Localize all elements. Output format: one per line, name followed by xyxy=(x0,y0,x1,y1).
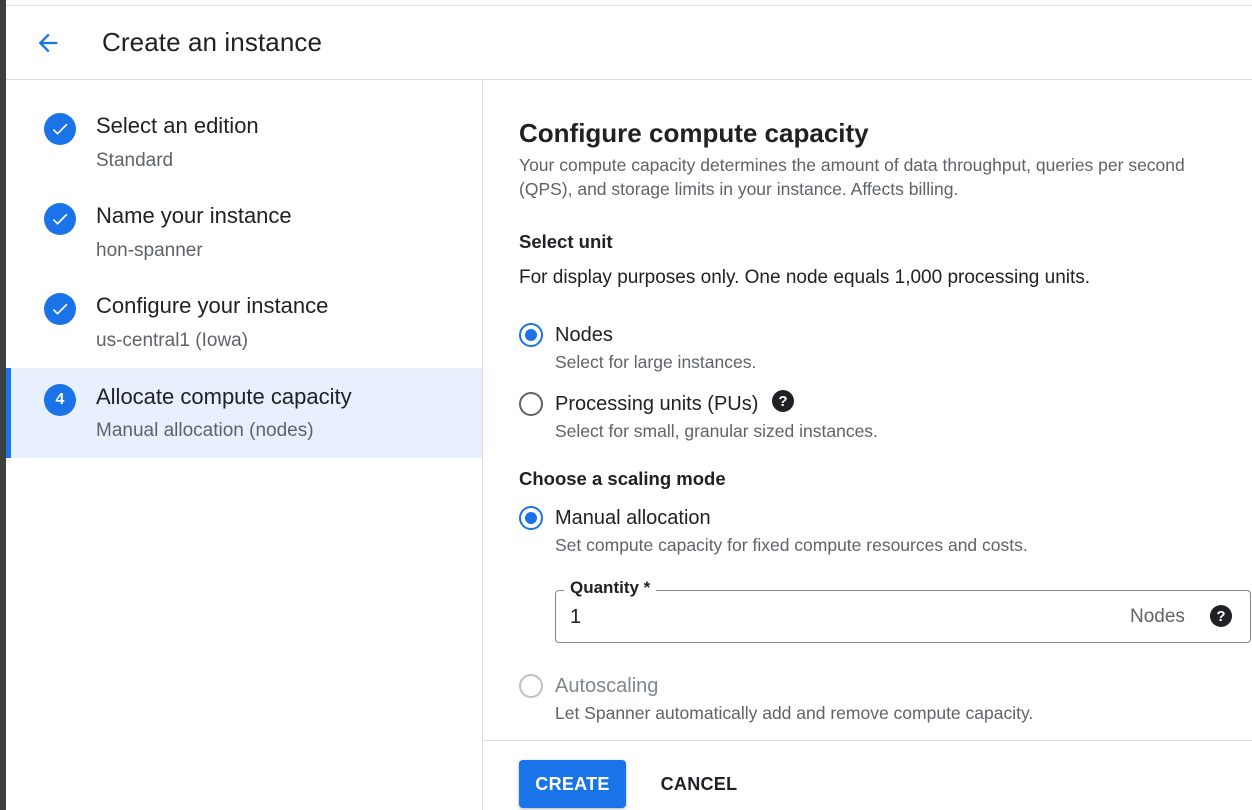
select-unit-title: Select unit xyxy=(519,231,613,252)
help-icon[interactable]: ? xyxy=(1210,605,1232,627)
scaling-mode-title: Choose a scaling mode xyxy=(519,468,726,489)
top-bar xyxy=(6,0,1252,6)
step-subtitle: us-central1 (Iowa) xyxy=(96,330,249,351)
check-circle-icon xyxy=(44,113,76,145)
step-title: Select an edition xyxy=(96,113,259,138)
step-title: Allocate compute capacity xyxy=(96,384,352,409)
nodes-radio-label[interactable]: Nodes xyxy=(555,324,613,347)
processing-units-radio-help: Select for small, granular sized instanc… xyxy=(555,421,878,441)
step-subtitle: hon-spanner xyxy=(96,240,203,261)
autoscaling-radio-help: Let Spanner automatically add and remove… xyxy=(555,703,1034,723)
step-name-instance[interactable]: Name your instance hon-spanner xyxy=(6,170,482,261)
section-heading: Configure compute capacity xyxy=(519,118,869,148)
step-title: Configure your instance xyxy=(96,293,329,318)
cancel-button[interactable]: CANCEL xyxy=(649,760,749,808)
quantity-field[interactable]: Quantity * 1 Nodes ? xyxy=(555,578,1251,643)
autoscaling-radio-label[interactable]: Autoscaling xyxy=(555,675,658,698)
arrow-back-icon xyxy=(38,33,58,53)
main-panel: Configure compute capacity Your compute … xyxy=(483,80,1252,740)
quantity-label: Quantity * xyxy=(564,578,657,598)
check-circle-icon xyxy=(44,293,76,325)
step-subtitle: Standard xyxy=(96,150,174,171)
step-select-edition[interactable]: Select an edition Standard xyxy=(6,80,482,171)
step-configure-instance[interactable]: Configure your instance us-central1 (Iow… xyxy=(6,260,482,351)
back-button[interactable] xyxy=(32,29,64,57)
manual-allocation-radio-help: Set compute capacity for fixed compute r… xyxy=(555,535,1028,555)
page-title: Create an instance xyxy=(102,27,323,57)
nodes-radio[interactable] xyxy=(519,323,543,347)
action-footer: CREATE CANCEL xyxy=(483,740,1252,810)
manual-allocation-radio[interactable] xyxy=(519,506,543,530)
check-circle-icon xyxy=(44,203,76,235)
manual-allocation-radio-label[interactable]: Manual allocation xyxy=(555,507,711,530)
processing-units-radio-label[interactable]: Processing units (PUs) xyxy=(555,393,758,416)
help-icon[interactable]: ? xyxy=(772,390,794,412)
processing-units-radio[interactable] xyxy=(519,392,543,416)
stepper-sidebar: Select an edition Standard Name your ins… xyxy=(6,80,483,810)
quantity-suffix: Nodes xyxy=(1130,606,1185,627)
step-title: Name your instance xyxy=(96,203,292,228)
quantity-input[interactable]: 1 xyxy=(570,606,581,629)
section-description: Your compute capacity determines the amo… xyxy=(519,155,1185,199)
step-allocate-capacity[interactable]: 4 Allocate compute capacity Manual alloc… xyxy=(6,368,482,458)
create-button[interactable]: CREATE xyxy=(519,760,626,808)
step-number-badge: 4 xyxy=(44,384,76,416)
page-header: Create an instance xyxy=(6,7,1252,80)
nodes-radio-help: Select for large instances. xyxy=(555,352,757,372)
select-unit-note: For display purposes only. One node equa… xyxy=(519,267,1091,288)
autoscaling-radio[interactable] xyxy=(519,674,543,698)
step-subtitle: Manual allocation (nodes) xyxy=(96,420,314,441)
